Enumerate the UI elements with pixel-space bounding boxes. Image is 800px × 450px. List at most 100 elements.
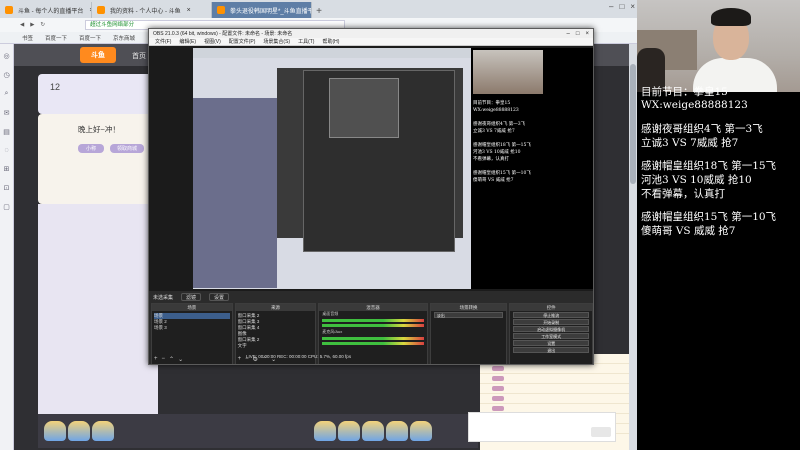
collect-icon[interactable]: ◎ [3, 52, 9, 60]
menu-edit[interactable]: 编辑(E) [179, 38, 196, 45]
gift-icon[interactable] [314, 421, 336, 441]
overlay-line: 感谢帽皇组织18飞 第一15飞 [641, 160, 777, 172]
maximize-icon[interactable]: □ [576, 31, 580, 37]
obs-preview[interactable]: 目前节目：拳皇15 WX:weige88888123 感谢夜哥组织4飞 第一3飞… [149, 46, 593, 291]
down-icon[interactable]: ⌄ [178, 356, 183, 363]
menu-scene-collection[interactable]: 场景集合(S) [263, 38, 290, 45]
tab-bar: 斗鱼 - 每个人的直播平台× 我的资料 - 个人中心 - 斗鱼× 拳头退役韩国明… [0, 0, 637, 18]
note-icon[interactable]: ▤ [3, 128, 10, 136]
overlay-line: 河池3 VS 10威威 抢10 [641, 174, 752, 186]
douyu-favicon-icon [217, 6, 225, 14]
preview-capture [193, 48, 471, 289]
doc-icon[interactable]: ▢ [3, 203, 10, 211]
preview-webcam [473, 50, 543, 94]
user-stats-card: 12 [38, 74, 158, 114]
chat-row [480, 394, 630, 404]
forward-icon[interactable]: ▶ [30, 22, 34, 28]
claim-button[interactable]: 领取商城 [110, 144, 144, 153]
nested-browser-chrome [193, 48, 471, 58]
send-button[interactable] [591, 427, 611, 437]
desktop-audio-label: 桌面音频 [322, 311, 339, 316]
desktop-audio-slider[interactable] [322, 324, 424, 327]
shop-icon[interactable]: ⊡ [4, 184, 10, 192]
minimize-icon[interactable]: – [609, 2, 613, 11]
source-item[interactable]: 文字 [238, 343, 314, 349]
transitions-dock: 场景转换 淡出 [429, 303, 508, 364]
menu-tools[interactable]: 工具(T) [298, 38, 314, 45]
bookmark-item[interactable]: 京东商城 [113, 34, 135, 42]
minimize-icon[interactable]: – [567, 31, 570, 37]
streamer-hair [711, 8, 751, 26]
maximize-icon[interactable]: □ [619, 2, 624, 11]
bookmark-item[interactable]: 书签 [22, 34, 33, 42]
tab-profile[interactable]: 我的资料 - 个人中心 - 斗鱼 × [92, 2, 212, 18]
nested-obs-preview [329, 78, 399, 138]
new-tab-icon[interactable]: + [312, 4, 326, 18]
mic-slider[interactable] [322, 342, 424, 345]
virtual-camera-button[interactable]: 启动虚拟摄像机 [513, 326, 589, 332]
gift-icon[interactable] [362, 421, 384, 441]
nav-home[interactable]: 首页 [132, 51, 146, 61]
gift-icon[interactable] [410, 421, 432, 441]
gift-icon[interactable] [92, 421, 114, 441]
douyu-favicon-icon [97, 6, 105, 14]
menu-help[interactable]: 帮助(H) [322, 38, 339, 45]
scene-toolbar: 未选采集 滤镜 设置 [149, 291, 593, 303]
gift-icon[interactable] [338, 421, 360, 441]
back-icon[interactable]: ◀ [20, 22, 24, 28]
scenes-header: 场景 [152, 304, 232, 311]
bookmark-item[interactable]: 百度一下 [79, 34, 101, 42]
remove-icon[interactable]: − [162, 356, 166, 363]
gift-icon[interactable] [44, 421, 66, 441]
scene-item[interactable]: 场景 3 [154, 325, 230, 331]
overlay-line-wx: WX:weige88888123 [641, 99, 748, 111]
tab-live-room[interactable]: 拳头退役韩国明星*_斗鱼直播平台× [212, 2, 312, 18]
gift-icon[interactable] [68, 421, 90, 441]
overlay-line-program: 目前节目：拳皇15 [641, 86, 728, 98]
page-scrollbar[interactable] [629, 44, 637, 450]
gift-icon[interactable] [386, 421, 408, 441]
left-column [38, 204, 158, 444]
close-window-icon[interactable]: × [630, 2, 635, 11]
add-icon[interactable]: + [154, 356, 158, 363]
douyu-logo[interactable]: 斗鱼 [80, 47, 116, 63]
stop-streaming-button[interactable]: 停止推流 [513, 312, 589, 318]
add-icon[interactable]: + [238, 356, 242, 363]
close-icon[interactable]: × [187, 7, 191, 14]
menu-view[interactable]: 视图(V) [204, 38, 221, 45]
scenes-dock: 场景 场景 场景 2 场景 3 + − ⌃ ⌄ [151, 303, 233, 364]
history-icon[interactable]: ◷ [3, 71, 9, 79]
chat-icon[interactable]: ◌ [4, 147, 8, 154]
filters-button[interactable]: 滤镜 [181, 293, 202, 301]
up-icon[interactable]: ⌃ [169, 356, 174, 363]
settings-button[interactable]: 设置 [513, 340, 589, 346]
menu-file[interactable]: 文件(F) [155, 38, 171, 45]
chat-input[interactable] [468, 412, 616, 442]
controls-dock: 控件 停止推流 开始录制 启动虚拟摄像机 工作室模式 设置 退出 [509, 303, 593, 364]
obs-menu-bar: 文件(F) 编辑(E) 视图(V) 配置文件(P) 场景集合(S) 工具(T) … [149, 38, 593, 46]
game-icon[interactable]: ⊞ [4, 165, 10, 173]
chat-row [480, 364, 630, 374]
settings-button[interactable]: 设置 [209, 293, 230, 301]
preview-overlay-text: 目前节目：拳皇15 WX:weige88888123 感谢夜哥组织4飞 第一3飞… [473, 101, 531, 183]
gift-badges-left [44, 421, 114, 441]
window-controls: – □ × [609, 2, 635, 11]
scrollbar-thumb[interactable] [630, 64, 636, 184]
bookmark-item[interactable]: 百度一下 [45, 34, 67, 42]
greeting-card: 晚上好~冲！ 小称 领取商城 [38, 114, 158, 204]
transition-select[interactable]: 淡出 [433, 312, 504, 318]
refresh-icon[interactable]: ↻ [40, 22, 45, 28]
small-button[interactable]: 小称 [78, 144, 104, 153]
studio-mode-button[interactable]: 工作室模式 [513, 333, 589, 339]
menu-profile[interactable]: 配置文件(P) [229, 38, 256, 45]
close-icon[interactable]: × [585, 31, 589, 37]
start-recording-button[interactable]: 开始录制 [513, 319, 589, 325]
search-icon[interactable]: ⌕ [5, 90, 9, 98]
mail-icon[interactable]: ✉ [4, 109, 10, 117]
exit-button[interactable]: 退出 [513, 347, 589, 353]
level-badge-icon [492, 376, 504, 381]
sources-header: 来源 [235, 304, 316, 311]
chat-row [480, 384, 630, 394]
tab-douyu-home[interactable]: 斗鱼 - 每个人的直播平台× [0, 2, 92, 18]
overlay-line: 立诚3 VS 7威威 抢7 [641, 137, 739, 149]
